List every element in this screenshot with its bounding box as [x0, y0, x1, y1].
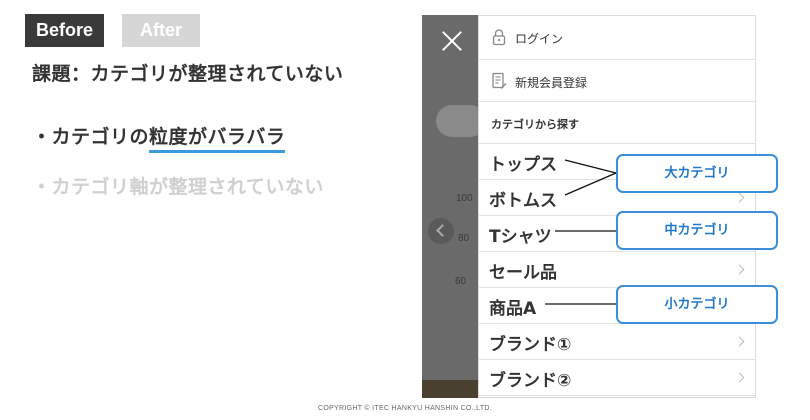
menu-register[interactable]: 新規会員登録	[479, 60, 755, 102]
close-icon[interactable]	[441, 30, 463, 52]
tab-after[interactable]: After	[122, 14, 200, 47]
category-label: トップス	[489, 155, 557, 175]
point-axis: ・カテゴリ軸が整理されていない	[32, 176, 324, 198]
tab-before[interactable]: Before	[25, 14, 104, 47]
page-backdrop: 100 80 60	[422, 15, 478, 398]
menu-section-header: カテゴリから探す	[479, 102, 755, 144]
category-label: セール品	[489, 263, 557, 283]
chevron-right-icon	[734, 192, 745, 203]
callout-large-category: 大カテゴリ	[616, 154, 778, 193]
backdrop-tick: 100	[456, 193, 473, 204]
point-highlight: 粒度がバラバラ	[149, 126, 286, 148]
point-prefix: ・カテゴリの	[32, 126, 150, 148]
chevron-right-icon	[734, 336, 745, 347]
callout-medium-category: 中カテゴリ	[616, 211, 778, 250]
menu-register-label: 新規会員登録	[515, 76, 588, 90]
callout-small-category: 小カテゴリ	[616, 285, 778, 324]
backdrop-image-strip	[422, 380, 478, 398]
backdrop-search-pill	[436, 105, 478, 137]
category-label: ボトムス	[489, 191, 557, 211]
chevron-right-icon	[734, 372, 745, 383]
issue-title: 課題：カテゴリが整理されていない	[32, 63, 344, 85]
category-item[interactable]: ブランド②	[479, 360, 755, 396]
menu-login-label: ログイン	[515, 32, 564, 46]
point-granularity: ・カテゴリの粒度がバラバラ	[32, 122, 285, 149]
lock-icon	[492, 29, 506, 46]
category-label: ブランド②	[489, 371, 572, 391]
category-item[interactable]: セール品	[479, 252, 755, 288]
menu-login[interactable]: ログイン	[479, 16, 755, 60]
section-label: カテゴリから探す	[491, 118, 579, 131]
category-label: Tシャツ	[489, 227, 552, 247]
register-form-icon	[492, 72, 507, 89]
category-item[interactable]: ブランド①	[479, 324, 755, 360]
copyright: COPYRIGHT © ITEC HANKYU HANSHIN CO.,LTD.	[317, 405, 493, 412]
category-label: 商品A	[489, 299, 537, 319]
backdrop-tick: 80	[458, 233, 470, 244]
category-label: ブランド①	[489, 335, 572, 355]
backdrop-prev-button	[428, 218, 454, 244]
chevron-right-icon	[734, 264, 745, 275]
backdrop-tick: 60	[455, 276, 467, 287]
side-menu: ログイン 新規会員登録 カテゴリから探す トップス ボトムス Tシャツ セール品…	[478, 15, 756, 398]
